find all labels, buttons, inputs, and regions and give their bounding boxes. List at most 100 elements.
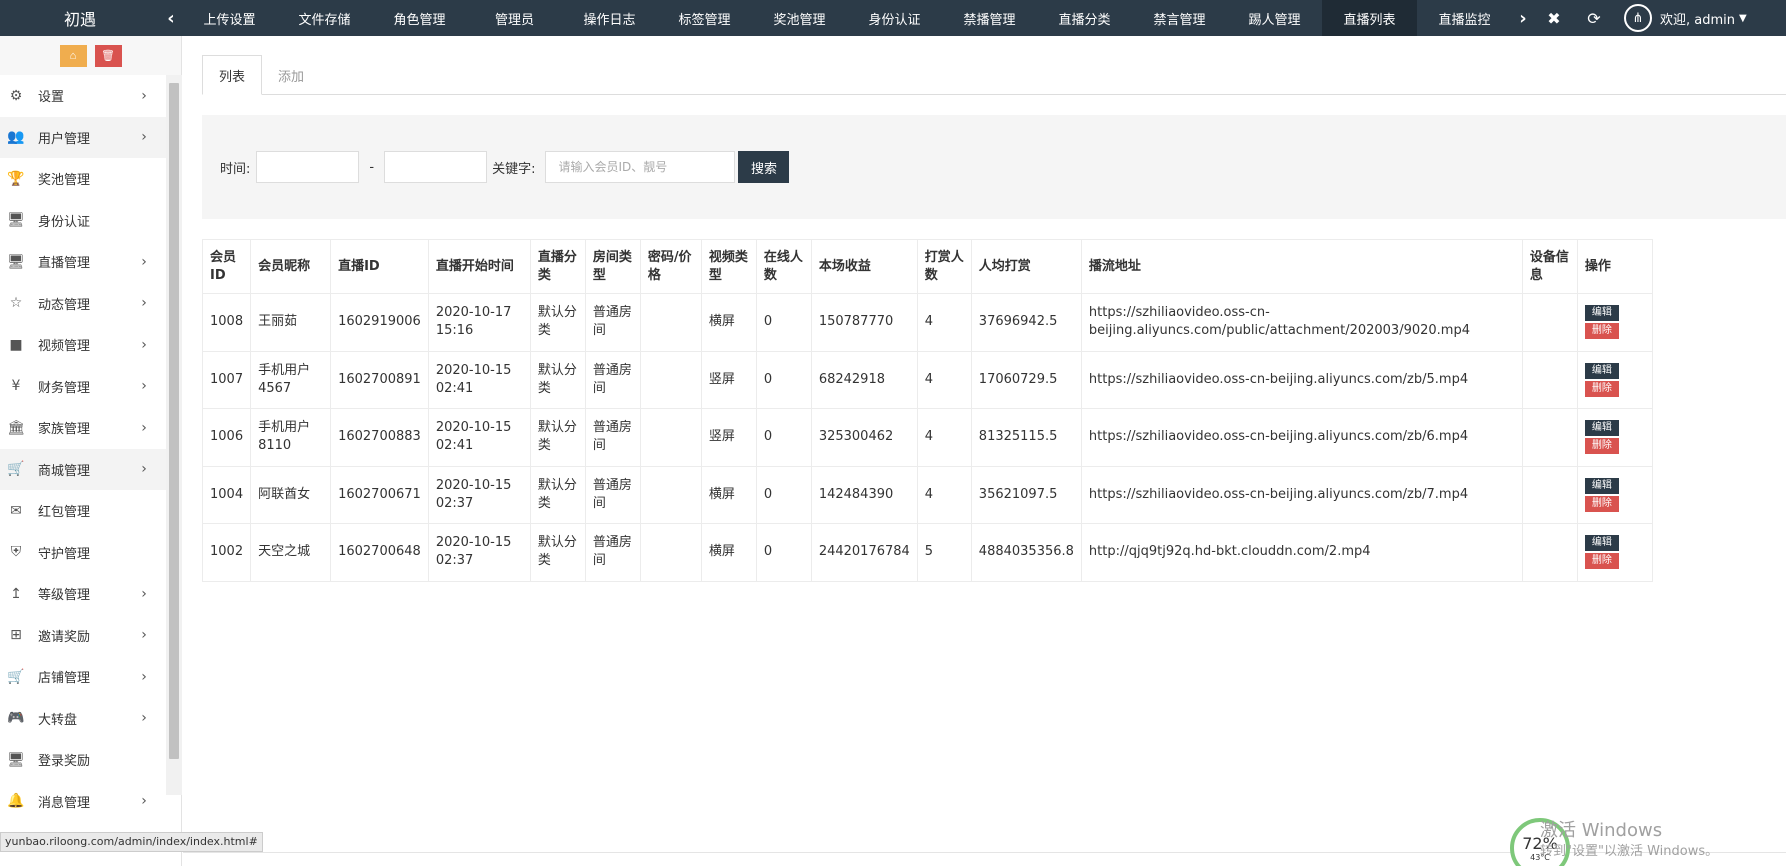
- delete-button[interactable]: 删除: [1584, 553, 1619, 570]
- cell-income: 24420176784: [810, 523, 918, 582]
- refresh-icon[interactable]: ⟳: [1574, 0, 1614, 36]
- nav-tab-1[interactable]: 文件存储: [277, 0, 372, 36]
- sidebar-item-5[interactable]: ☆ 动态管理 ›: [0, 283, 166, 325]
- column-header: 打赏人数: [916, 239, 972, 294]
- sidebar-item-12[interactable]: ↥ 等级管理 ›: [0, 573, 166, 615]
- sidebar-item-label: 邀请奖励: [38, 629, 91, 645]
- sidebar-item-14[interactable]: 🛒 店铺管理 ›: [0, 656, 166, 698]
- cell-live-id: 1602700883: [330, 408, 429, 467]
- delete-button[interactable]: 删除: [1584, 438, 1619, 455]
- nav-tab-11[interactable]: 踢人管理: [1227, 0, 1322, 36]
- sidebar-item-11[interactable]: ⛨ 守护管理: [0, 532, 166, 574]
- nav-tab-4[interactable]: 操作日志: [562, 0, 657, 36]
- sidebar-item-3[interactable]: 🖥 身份认证: [0, 200, 166, 242]
- cell-device: [1521, 523, 1578, 582]
- start-time-input[interactable]: [256, 151, 360, 183]
- sidebar-item-16[interactable]: 🖥 登录奖励: [0, 739, 166, 781]
- edit-button[interactable]: 编辑: [1584, 477, 1619, 494]
- chevron-right-icon: ›: [141, 295, 147, 312]
- chevron-right-icon[interactable]: ›: [1512, 0, 1534, 36]
- windows-watermark-title: 激活 Windows: [1540, 820, 1663, 841]
- end-time-input[interactable]: [384, 151, 488, 183]
- sidebar-item-13[interactable]: ⊞ 邀请奖励 ›: [0, 615, 166, 657]
- share-icon[interactable]: ⋔: [1624, 4, 1652, 32]
- cell-actions: 编辑 删除: [1576, 408, 1653, 467]
- sidebar-item-10[interactable]: ✉ 红包管理: [0, 490, 166, 532]
- sidebar-item-label: 直播管理: [38, 256, 91, 272]
- cell-video-type: 横屏: [700, 523, 757, 582]
- sidebar-scrollbar[interactable]: [166, 75, 182, 795]
- sidebar-item-label: 用户管理: [38, 131, 91, 147]
- cell-category: 默认分类: [529, 465, 586, 524]
- caret-down-icon[interactable]: ▼: [1739, 13, 1747, 24]
- delete-button[interactable]: 删除: [1584, 380, 1619, 397]
- chevron-right-icon: ›: [141, 793, 147, 810]
- delete-button[interactable]: 删除: [1584, 323, 1619, 340]
- cell-password-price: [639, 465, 702, 524]
- cell-tippers: 4: [916, 465, 972, 524]
- sidebar-item-0[interactable]: ⚙ 设置 ›: [0, 75, 166, 117]
- nav-tab-8[interactable]: 禁播管理: [942, 0, 1037, 36]
- edit-button[interactable]: 编辑: [1584, 420, 1619, 437]
- column-header: 密码/价格: [639, 239, 702, 294]
- sidebar: ⌂ 🗑 ⚙ 设置 › 👥 用户管理 › 🏆 奖池管理 🖥 身份认证 🖥 直播管理 › ☆ 动态管理 › ■ 视频管…: [0, 36, 182, 866]
- range-dash: -: [369, 159, 375, 175]
- edit-button[interactable]: 编辑: [1584, 362, 1619, 379]
- sidebar-item-9[interactable]: 🛒 商城管理 ›: [0, 448, 166, 490]
- table-row: 1008 王丽茹 1602919006 2020-10-17 15:16 默认分类 普通房…: [201, 293, 1653, 352]
- welcome-text[interactable]: 欢迎, admin: [1660, 9, 1735, 28]
- keyword-label: 关键字:: [492, 161, 536, 177]
- column-header: 设备信息: [1521, 239, 1578, 294]
- nav-tab-0[interactable]: 上传设置: [182, 0, 277, 36]
- logo: 初遇: [63, 10, 96, 29]
- nav-tab-3[interactable]: 管理员: [467, 0, 562, 36]
- app-root: 初遇 ‹ 上传设置 文件存储 角色管理 管理员 操作日志 标签管理 奖池管理 身份认证 禁播管理…: [0, 0, 1786, 866]
- sidebar-item-1[interactable]: 👥 用户管理 ›: [0, 116, 166, 158]
- nav-tab-7[interactable]: 身份认证: [847, 0, 942, 36]
- search-button[interactable]: 搜索: [738, 151, 790, 183]
- delete-button[interactable]: 删除: [1584, 495, 1619, 512]
- sidebar-item-17[interactable]: 🔔 消息管理 ›: [0, 781, 166, 823]
- nav-tab-6[interactable]: 奖池管理: [752, 0, 847, 36]
- nav-tab-2[interactable]: 角色管理: [372, 0, 467, 36]
- chevron-right-icon: ›: [141, 378, 147, 395]
- bank-icon: 🏛: [7, 419, 25, 436]
- tab-0[interactable]: 列表: [202, 55, 263, 95]
- nav-tab-12[interactable]: 直播列表: [1322, 0, 1417, 36]
- gears-icon: ⚙: [9, 87, 23, 104]
- table-body: 1008 王丽茹 1602919006 2020-10-17 15:16 默认分类 普通房…: [201, 293, 1653, 582]
- chevron-right-icon: ›: [141, 253, 147, 270]
- cell-password-price: [639, 293, 702, 352]
- edit-button[interactable]: 编辑: [1584, 535, 1619, 552]
- nav-tab-10[interactable]: 禁言管理: [1132, 0, 1227, 36]
- scrollbar-thumb[interactable]: [169, 83, 179, 759]
- nav-tab-5[interactable]: 标签管理: [657, 0, 752, 36]
- cell-category: 默认分类: [529, 523, 586, 582]
- yen-icon: ¥: [11, 378, 21, 395]
- trash-button[interactable]: 🗑: [94, 44, 122, 67]
- sidebar-item-8[interactable]: 🏛 家族管理 ›: [0, 407, 166, 449]
- edit-button[interactable]: 编辑: [1584, 305, 1619, 322]
- sidebar-item-2[interactable]: 🏆 奖池管理: [0, 158, 166, 200]
- sidebar-item-4[interactable]: 🖥 直播管理 ›: [0, 241, 166, 283]
- nav-tab-13[interactable]: 直播监控: [1417, 0, 1512, 36]
- cart-icon: 🛒: [7, 461, 25, 478]
- cell-uid: 1002: [201, 523, 252, 582]
- sidebar-item-label: 红包管理: [38, 505, 91, 521]
- tab-1[interactable]: 添加: [262, 55, 320, 95]
- chevron-left-icon[interactable]: ‹: [160, 0, 182, 36]
- sidebar-item-7[interactable]: ¥ 财务管理 ›: [0, 366, 166, 408]
- close-icon[interactable]: ✖: [1534, 0, 1574, 36]
- keyword-input[interactable]: [545, 151, 736, 183]
- sidebar-item-6[interactable]: ■ 视频管理 ›: [0, 324, 166, 366]
- chevron-right-icon: ›: [141, 627, 147, 644]
- cell-actions: 编辑 删除: [1576, 523, 1653, 582]
- cell-nickname: 王丽茹: [250, 293, 332, 352]
- cart-icon: 🛒: [7, 668, 25, 685]
- monitor-icon: 🖥: [7, 253, 25, 270]
- nav-tab-9[interactable]: 直播分类: [1037, 0, 1132, 36]
- sidebar-item-15[interactable]: 🎮 大转盘 ›: [0, 698, 166, 740]
- cell-room-type: 普通房间: [584, 350, 641, 409]
- home-button[interactable]: ⌂: [59, 44, 87, 67]
- cell-avg-tip: 17060729.5: [970, 350, 1082, 409]
